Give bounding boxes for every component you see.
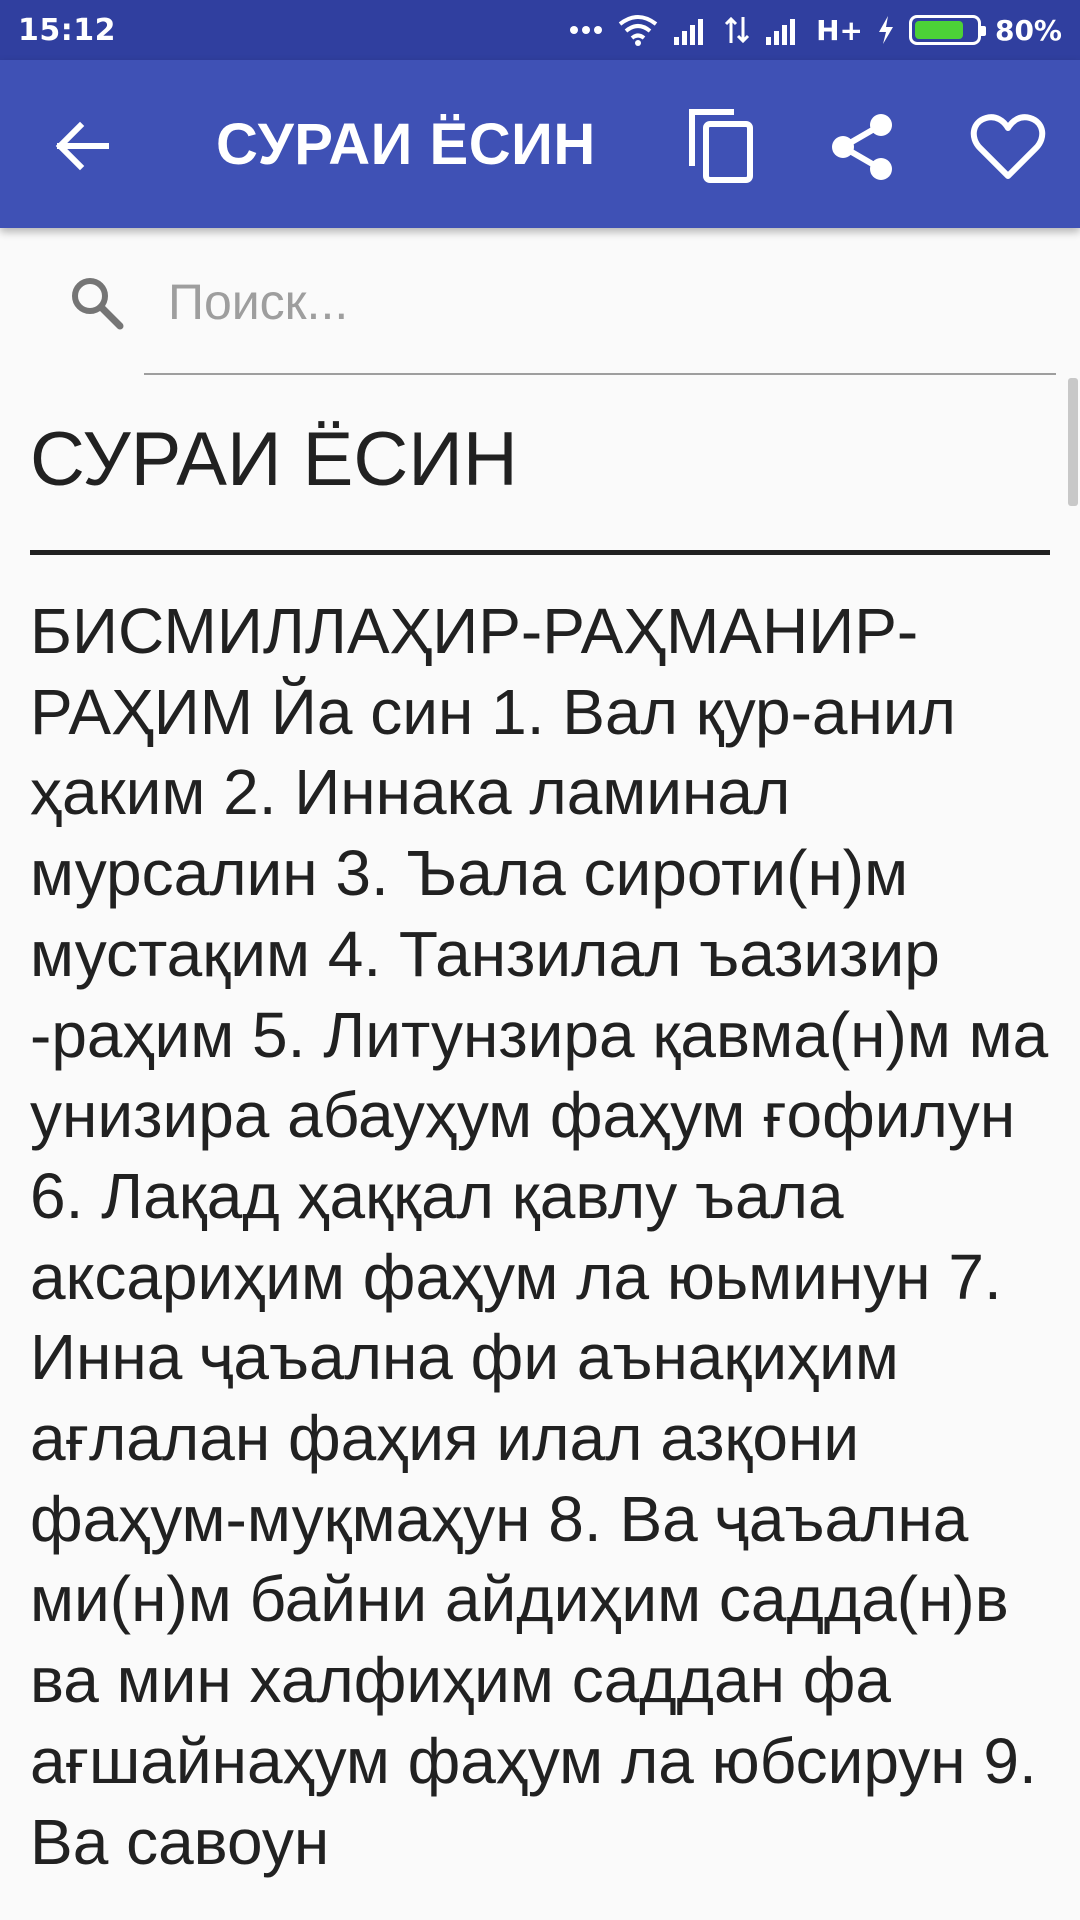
status-icons: H+ 80% <box>568 14 1062 47</box>
app-bar: СУРАИ ЁСИН <box>0 60 1080 228</box>
battery-percent: 80% <box>994 13 1062 47</box>
search-underline <box>144 373 1056 375</box>
data-transfer-icon <box>725 16 750 44</box>
copy-icon <box>689 109 753 183</box>
search-bar <box>0 228 1080 376</box>
scrollbar[interactable] <box>1068 378 1078 506</box>
more-dots-icon <box>570 26 603 34</box>
status-bar: 15:12 H+ 80% <box>0 0 1080 60</box>
surah-heading: СУРАИ ЁСИН <box>30 400 1050 555</box>
favorite-button[interactable] <box>970 112 1046 182</box>
status-time: 15:12 <box>18 12 116 48</box>
app-title: СУРАИ ЁСИН <box>216 112 596 177</box>
share-icon <box>832 114 892 180</box>
content-area: СУРАИ ЁСИН БИСМИЛЛАҲИР-РАҲМАНИР-РАҲИМ Йа… <box>30 400 1050 1882</box>
favorite-heart-icon <box>970 114 1046 179</box>
wifi-icon <box>618 15 658 46</box>
back-arrow-icon <box>55 121 109 171</box>
battery-icon <box>908 15 986 45</box>
signal-icon <box>674 19 704 45</box>
surah-text: БИСМИЛЛАҲИР-РАҲМАНИР-РАҲИМ Йа син 1. Вал… <box>30 595 1049 1878</box>
back-button[interactable] <box>50 114 114 178</box>
charging-bolt-icon <box>878 16 893 44</box>
search-icon <box>72 278 124 330</box>
search-input[interactable] <box>144 260 1056 344</box>
network-type: H+ <box>816 13 863 47</box>
copy-button[interactable] <box>684 106 756 186</box>
share-button[interactable] <box>828 112 898 182</box>
signal-icon-2 <box>766 19 796 45</box>
